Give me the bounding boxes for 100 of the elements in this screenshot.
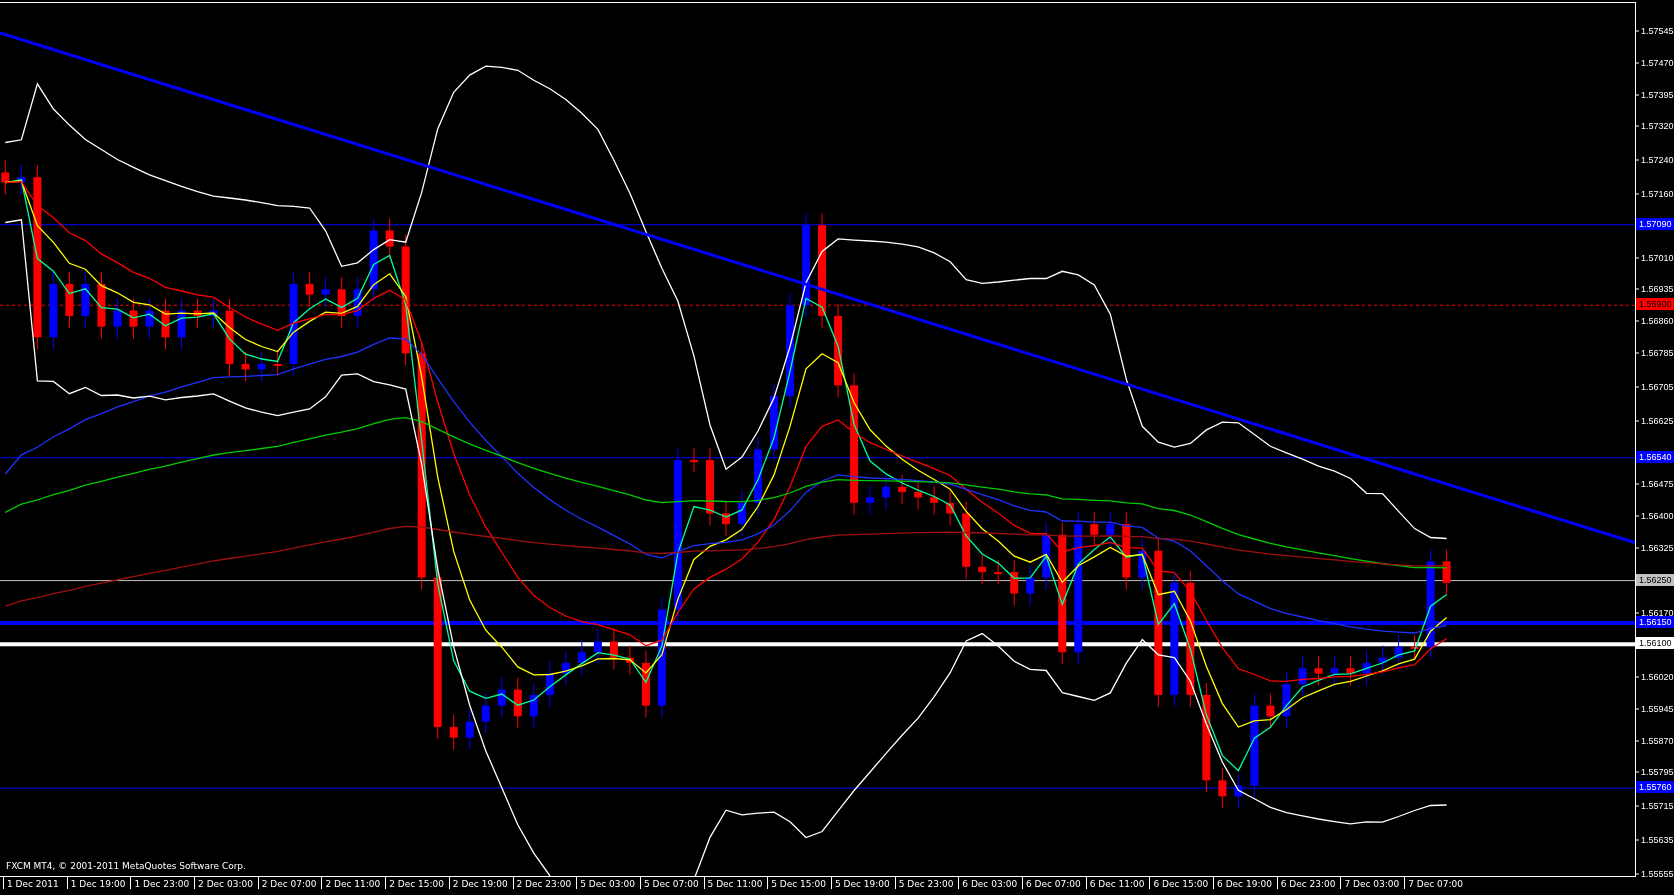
time-label: 6 Dec 11:00 — [1085, 877, 1150, 889]
candlestick — [593, 629, 602, 665]
time-label: 2 Dec 03:00 — [194, 877, 258, 889]
candlestick — [529, 682, 538, 729]
candlestick — [353, 276, 362, 329]
candlestick — [209, 298, 218, 329]
time-label: 2 Dec 07:00 — [257, 877, 322, 889]
candlestick — [1442, 549, 1451, 596]
price-level-tag: 1.55760 — [1636, 781, 1674, 794]
time-label: 2 Dec 11:00 — [321, 877, 386, 889]
candlestick — [1026, 565, 1035, 606]
candlestick — [81, 271, 90, 329]
time-label: 6 Dec 07:00 — [1022, 877, 1086, 889]
candlestick — [1090, 511, 1099, 548]
candlestick — [321, 276, 330, 308]
time-label: 6 Dec 19:00 — [1213, 877, 1277, 889]
candlestick — [1042, 522, 1051, 590]
time-label: 1 Dec 19:00 — [66, 877, 131, 889]
time-label: 2 Dec 19:00 — [448, 877, 513, 889]
time-label: 5 Dec 19:00 — [830, 877, 895, 889]
price-label: 1.56705 — [1636, 381, 1674, 393]
candlestick — [449, 714, 458, 751]
candlestick — [1394, 634, 1403, 671]
price-label: 1.57470 — [1636, 57, 1674, 69]
candlestick — [17, 164, 26, 195]
price-label: 1.56625 — [1636, 415, 1674, 427]
price-level-tag: 1.56100 — [1636, 637, 1674, 650]
time-label: 6 Dec 03:00 — [958, 877, 1022, 889]
candlestick — [1346, 655, 1355, 687]
candlestick — [97, 271, 106, 340]
candlestick — [161, 298, 170, 350]
candlestick — [577, 639, 586, 676]
candlestick — [738, 490, 746, 537]
candlestick — [1410, 634, 1419, 660]
candlestick — [481, 693, 490, 735]
candlestick — [129, 298, 138, 340]
copyright-text: FXCM MT4, © 2001-2011 MetaQuotes Software Corp. — [6, 861, 246, 871]
time-label: 1 Dec 2011 — [3, 877, 67, 889]
candlestick — [882, 474, 891, 510]
candlestick — [914, 479, 923, 510]
candlestick — [1234, 773, 1243, 809]
price-label: 1.56785 — [1636, 347, 1674, 359]
candlestick — [930, 484, 939, 516]
candlestick — [113, 298, 122, 340]
price-label: 1.57395 — [1636, 89, 1674, 101]
candlestick — [1378, 645, 1387, 676]
candlestick — [65, 271, 74, 329]
price-label: 1.55555 — [1636, 868, 1674, 880]
price-level-tag: 1.57090 — [1636, 217, 1674, 230]
price-label: 1.56020 — [1636, 671, 1674, 683]
price-level-tag: 1.56150 — [1636, 615, 1674, 628]
candlestick — [609, 629, 618, 671]
candlestick — [1138, 538, 1147, 590]
price-label: 1.57160 — [1636, 188, 1674, 200]
price-level-tag: 1.56540 — [1636, 450, 1674, 463]
candlestick — [1314, 655, 1323, 687]
candlestick — [1010, 559, 1019, 606]
candlestick — [257, 351, 266, 382]
price-level-tag: 1.56900 — [1636, 298, 1674, 311]
time-label: 5 Dec 03:00 — [576, 877, 640, 889]
price-level-tag: 1.56250 — [1636, 573, 1674, 586]
price-label: 1.57545 — [1636, 25, 1674, 37]
candlestick — [385, 218, 394, 260]
candlestick — [898, 474, 907, 505]
price-label: 1.55870 — [1636, 735, 1674, 747]
price-label: 1.57010 — [1636, 252, 1674, 264]
candlestick — [689, 447, 698, 473]
candlestick — [561, 650, 570, 687]
candlestick — [337, 276, 346, 329]
candlestick — [193, 298, 202, 329]
time-label: 2 Dec 15:00 — [385, 877, 449, 889]
candlestick — [465, 709, 474, 751]
candlestick — [1298, 655, 1307, 697]
candlestick — [946, 490, 955, 526]
time-label: 6 Dec 15:00 — [1149, 877, 1214, 889]
time-label: 1 Dec 23:00 — [130, 877, 195, 889]
price-label: 1.57240 — [1636, 154, 1674, 166]
candlestick — [1362, 650, 1371, 687]
candlestick — [497, 677, 506, 719]
candlestick — [177, 298, 186, 350]
price-label: 1.55795 — [1636, 766, 1674, 778]
price-label: 1.57320 — [1636, 120, 1674, 132]
time-label: 7 Dec 03:00 — [1340, 877, 1405, 889]
time-label: 5 Dec 15:00 — [767, 877, 831, 889]
candlestick — [1218, 767, 1227, 809]
candlestick — [241, 351, 250, 382]
candlestick — [1266, 693, 1275, 729]
candlestick — [721, 500, 730, 537]
price-label: 1.56475 — [1636, 478, 1674, 490]
time-label: 5 Dec 11:00 — [703, 877, 768, 889]
candlestick — [994, 559, 1003, 585]
candlestick — [305, 271, 314, 308]
price-label: 1.56860 — [1636, 315, 1674, 327]
price-label: 1.56325 — [1636, 542, 1674, 554]
candlestick — [625, 645, 634, 676]
time-label: 6 Dec 23:00 — [1276, 877, 1341, 889]
price-label: 1.55635 — [1636, 834, 1674, 846]
time-label: 7 Dec 07:00 — [1404, 877, 1468, 889]
candlestick — [145, 298, 154, 340]
candlestick — [1106, 511, 1115, 548]
